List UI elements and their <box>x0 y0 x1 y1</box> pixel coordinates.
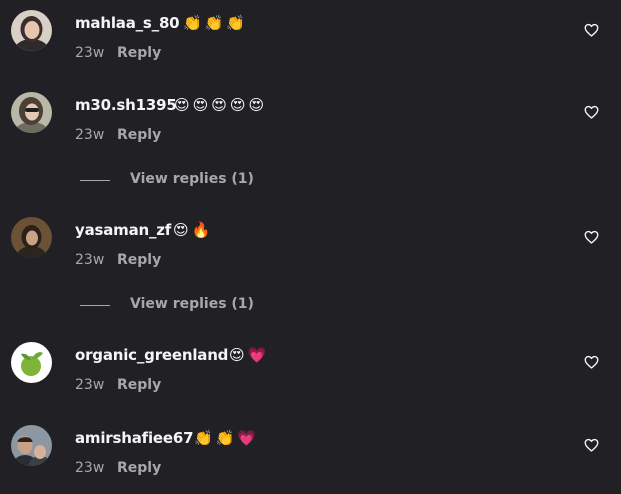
username[interactable]: organic_greenland <box>75 346 228 364</box>
view-replies-label[interactable]: View replies (1) <box>130 296 254 312</box>
avatar[interactable] <box>11 217 52 258</box>
comment-meta: 23w Reply <box>75 377 161 393</box>
reply-button[interactable]: Reply <box>117 127 161 143</box>
comment-text: 😍🔥 <box>173 221 214 239</box>
comment-meta: 23w Reply <box>75 460 161 476</box>
avatar[interactable] <box>11 425 52 466</box>
username[interactable]: yasaman_zf <box>75 221 171 239</box>
reply-button[interactable]: Reply <box>117 460 161 476</box>
divider-line <box>80 180 110 181</box>
username[interactable]: m30.sh1395 <box>75 96 177 114</box>
avatar[interactable] <box>11 92 52 133</box>
comment-time[interactable]: 23w <box>75 460 117 476</box>
heart-outline-icon[interactable] <box>584 105 599 119</box>
reply-button[interactable]: Reply <box>117 377 161 393</box>
avatar[interactable] <box>11 342 52 383</box>
comment-time[interactable]: 23w <box>75 127 117 143</box>
comment-text: 👏👏💗 <box>194 429 260 447</box>
view-replies-label[interactable]: View replies (1) <box>130 171 254 187</box>
username[interactable]: amirshafiee67 <box>75 429 194 447</box>
heart-outline-icon[interactable] <box>584 355 599 369</box>
reply-button[interactable]: Reply <box>117 252 161 268</box>
comment-time[interactable]: 23w <box>75 252 117 268</box>
comment-text: 😍😍😍😍😍 <box>174 96 268 114</box>
divider-line <box>80 305 110 306</box>
heart-outline-icon[interactable] <box>584 230 599 244</box>
comment-item: amirshafiee67 👏👏💗 23w Reply <box>0 0 621 476</box>
comment-time[interactable]: 23w <box>75 377 117 393</box>
heart-outline-icon[interactable] <box>584 438 599 452</box>
comment-meta: 23w Reply <box>75 252 161 268</box>
comment-meta: 23w Reply <box>75 127 161 143</box>
comment-text: 😍💗 <box>229 346 270 364</box>
